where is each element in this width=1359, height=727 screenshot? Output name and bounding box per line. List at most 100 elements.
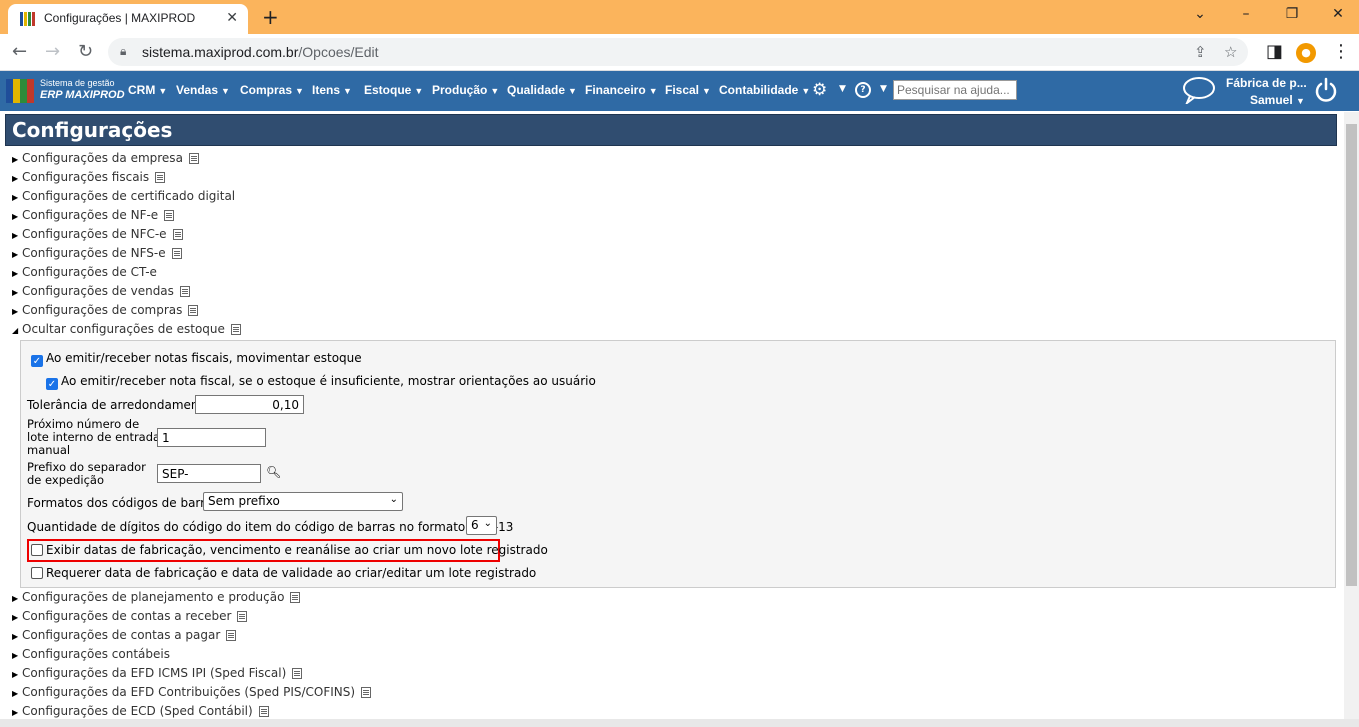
settings-caret-icon[interactable]: ▼ [839, 84, 846, 94]
close-tab-icon[interactable]: ✕ [226, 10, 238, 26]
document-icon[interactable] [188, 153, 199, 164]
minimize-icon[interactable]: – [1236, 6, 1256, 22]
menu-label: Contabilidade [719, 83, 799, 97]
document-icon[interactable] [171, 248, 182, 259]
section-contabeis[interactable]: ▶ Configurações contábeis [12, 647, 170, 666]
maxiprod-logo-icon[interactable] [6, 79, 34, 103]
share-icon[interactable]: ⇪ [1194, 43, 1207, 61]
chevron-down-icon: ⌄ [483, 518, 492, 529]
document-icon[interactable] [237, 611, 248, 622]
cb-show-guidance[interactable]: ✓ Ao emitir/receber nota fiscal, se o est… [46, 374, 596, 390]
profile-avatar-icon[interactable]: ● [1296, 43, 1316, 63]
document-icon[interactable] [179, 286, 190, 297]
url-input[interactable]: 🔒︎ sistema.maxiprod.com.br/Opcoes/Edit ⇪… [108, 38, 1248, 66]
help-icon[interactable]: ? [855, 82, 871, 98]
logo-line2: ERP MAXIPROD [40, 89, 125, 101]
settings-gear-icon[interactable]: ⚙ [812, 80, 827, 100]
next-lot-input[interactable]: 1 [157, 428, 266, 447]
ean13-select[interactable]: 6 ⌄ [466, 516, 497, 535]
new-tab-icon[interactable]: + [262, 5, 279, 29]
section-nfse[interactable]: ▶ Configurações de NFS-e [12, 246, 182, 265]
menu-producao[interactable]: Produção ▼ [432, 83, 499, 97]
menu-compras[interactable]: Compras ▼ [240, 83, 304, 97]
document-icon[interactable] [172, 229, 183, 240]
menu-contabilidade[interactable]: Contabilidade ▼ [719, 83, 810, 97]
menu-fiscal[interactable]: Fiscal ▼ [665, 83, 711, 97]
section-efd-icms[interactable]: ▶ Configurações da EFD ICMS IPI (Sped Fis… [12, 666, 303, 685]
menu-itens[interactable]: Itens ▼ [312, 83, 352, 97]
section-compras[interactable]: ▶ Configurações de compras [12, 303, 199, 322]
checkbox-unchecked[interactable] [31, 544, 43, 556]
user-menu[interactable]: Samuel ▼ [1250, 93, 1305, 107]
menu-label: CRM [128, 83, 156, 97]
document-icon[interactable] [164, 210, 175, 221]
help-caret-icon[interactable]: ▼ [880, 84, 887, 94]
section-cte[interactable]: ▶ Configurações de CT-e [12, 265, 157, 284]
side-panel-icon[interactable]: ◨ [1266, 41, 1283, 62]
section-label: Configurações de certificado digital [22, 189, 236, 203]
search-icon[interactable]: 🔍︎ [266, 465, 281, 479]
document-icon[interactable] [292, 668, 303, 679]
section-estoque-toggle[interactable]: ◢ Ocultar configurações de estoque [12, 322, 241, 341]
tolerance-label: Tolerância de arredondamento [27, 398, 211, 412]
tolerance-input[interactable]: 0,10 [195, 395, 304, 414]
section-fiscais[interactable]: ▶ Configurações fiscais [12, 170, 166, 189]
section-empresa[interactable]: ▶ Configurações da empresa [12, 151, 199, 170]
section-efd-contribuicoes[interactable]: ▶ Configurações da EFD Contribuições (Spe… [12, 685, 372, 704]
section-label: Configurações da empresa [22, 151, 183, 165]
section-nfe[interactable]: ▶ Configurações de NF-e [12, 208, 175, 227]
section-label: Configurações fiscais [22, 170, 150, 184]
help-search-input[interactable] [893, 80, 1017, 100]
menu-qualidade[interactable]: Qualidade ▼ [507, 83, 577, 97]
section-contas-pagar[interactable]: ▶ Configurações de contas a pagar [12, 628, 237, 647]
menu-vendas[interactable]: Vendas ▼ [176, 83, 230, 97]
section-nfce[interactable]: ▶ Configurações de NFC-e [12, 227, 183, 246]
section-label: Configurações de vendas [22, 284, 174, 298]
tab-search-icon[interactable]: ⌄ [1190, 6, 1210, 22]
document-icon[interactable] [226, 630, 237, 641]
chat-icon[interactable] [1182, 76, 1216, 104]
url-host: sistema.maxiprod.com.br [142, 44, 299, 60]
checkbox-unchecked[interactable] [31, 567, 43, 579]
menu-crm[interactable]: CRM ▼ [128, 83, 167, 97]
bookmark-star-icon[interactable]: ☆ [1224, 43, 1237, 61]
chevron-down-icon: ⌄ [389, 494, 398, 505]
document-icon[interactable] [361, 687, 372, 698]
logo-text[interactable]: Sistema de gestão ERP MAXIPROD [40, 78, 125, 101]
cb-require-dates[interactable]: Requerer data de fabricação e data de va… [31, 566, 536, 580]
browser-menu-icon[interactable]: ⋮ [1332, 41, 1350, 62]
section-label: Configurações de contas a pagar [22, 628, 221, 642]
tab-title: Configurações | MAXIPROD [44, 11, 196, 25]
section-planejamento[interactable]: ▶ Configurações de planejamento e produçã… [12, 590, 301, 609]
horizontal-scrollbar[interactable] [0, 719, 1359, 727]
browser-tab[interactable]: Configurações | MAXIPROD ✕ [8, 4, 248, 34]
barcode-format-value: Sem prefixo [208, 494, 280, 508]
back-arrow-icon[interactable]: ← [12, 41, 27, 62]
menu-financeiro[interactable]: Financeiro ▼ [585, 83, 658, 97]
checkbox-checked[interactable]: ✓ [46, 378, 58, 390]
document-icon[interactable] [230, 324, 241, 335]
power-icon[interactable] [1314, 77, 1338, 103]
lock-icon[interactable]: 🔒︎ [120, 44, 126, 59]
document-icon[interactable] [155, 172, 166, 183]
close-window-icon[interactable]: ✕ [1328, 6, 1348, 22]
cb-show-dates[interactable]: Exibir datas de fabricação, vencimento e… [31, 543, 548, 557]
barcode-format-select[interactable]: Sem prefixo ⌄ [203, 492, 403, 511]
checkbox-checked[interactable]: ✓ [31, 355, 43, 367]
company-name[interactable]: Fábrica de p... [1226, 76, 1307, 90]
prefix-input[interactable]: SEP- [157, 464, 261, 483]
section-vendas[interactable]: ▶ Configurações de vendas [12, 284, 190, 303]
section-label: Configurações contábeis [22, 647, 170, 661]
document-icon[interactable] [188, 305, 199, 316]
menu-estoque[interactable]: Estoque ▼ [364, 83, 423, 97]
document-icon[interactable] [290, 592, 301, 603]
scrollbar-thumb[interactable] [1346, 124, 1357, 586]
reload-icon[interactable]: ↻ [78, 41, 93, 62]
section-contas-receber[interactable]: ▶ Configurações de contas a receber [12, 609, 248, 628]
prefix-label-1: Prefixo do separador [27, 460, 146, 474]
cb-move-stock[interactable]: ✓ Ao emitir/receber notas fiscais, movime… [31, 351, 362, 367]
document-icon[interactable] [258, 706, 269, 717]
section-certificado[interactable]: ▶ Configurações de certificado digital [12, 189, 235, 208]
restore-icon[interactable]: ❐ [1282, 6, 1302, 22]
forward-arrow-icon[interactable]: → [45, 41, 60, 62]
